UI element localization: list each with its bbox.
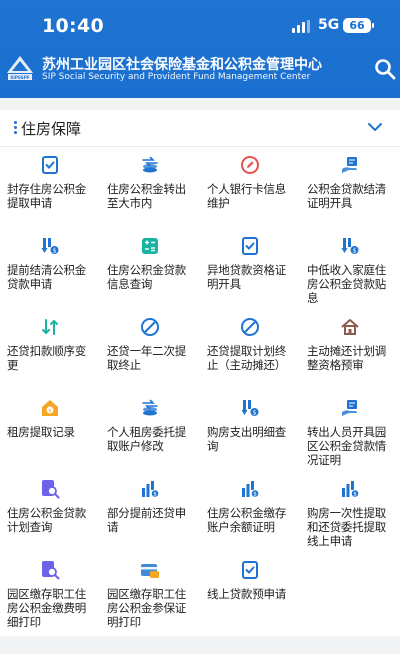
svg-text:$: $ (353, 492, 357, 498)
service-item-label: 住房公积金贷款计划查询 (7, 506, 87, 534)
service-item-label: 线上贷款预申请 (207, 587, 287, 601)
service-item[interactable]: $ 部分提前还贷申请 (100, 474, 200, 555)
service-item-label: 个人银行卡信息维护 (207, 182, 287, 210)
housing-section: 住房保障 封存住房公积金提取申请 住房公积金转出至大市内 个人银行卡信息维护 公积金贷… (0, 110, 400, 636)
battery-icon: 66 (343, 18, 374, 33)
signal-icon (292, 20, 310, 33)
svg-text:$: $ (153, 492, 157, 498)
down-coin-icon: $ (341, 238, 359, 254)
service-item-label: 园区缴存职工住房公积金参保证明打印 (107, 587, 187, 629)
svg-text:$: $ (253, 492, 257, 498)
service-item[interactable]: 还贷一年二次提取终止 (100, 312, 200, 393)
service-item-label: 还贷一年二次提取终止 (107, 344, 187, 372)
service-item[interactable]: 园区缴存职工住房公积金缴费明细打印 (0, 555, 100, 636)
svg-text:¥: ¥ (48, 408, 52, 414)
service-item-label: 购房一次性提取和还贷委托提取线上申请 (307, 506, 387, 548)
service-item[interactable]: 住房公积金贷款计划查询 (0, 474, 100, 555)
divider (0, 146, 400, 147)
section-marker-icon (14, 121, 17, 134)
chevron-down-icon[interactable] (367, 121, 383, 133)
coins-transfer-icon (142, 156, 158, 173)
service-item-label: 封存住房公积金提取申请 (7, 182, 87, 210)
down-coin-icon: $ (41, 238, 59, 254)
service-item[interactable]: $ 住房公积金缴存账户余额证明 (200, 474, 300, 555)
stop-circle-icon (241, 318, 259, 336)
bottom-spacer (0, 636, 400, 654)
doc-search-icon (42, 480, 60, 499)
service-item-label: 购房支出明细查询 (207, 425, 287, 453)
bar-coin-icon: $ (342, 481, 360, 498)
service-item-label: 中低收入家庭住房公积金贷款贴息 (307, 263, 387, 305)
doc-search-icon (42, 561, 60, 580)
service-item-label: 租房提取记录 (7, 425, 75, 439)
service-item[interactable]: 个人银行卡信息维护 (200, 150, 300, 231)
svg-text:$: $ (253, 409, 257, 416)
service-item[interactable]: $ 购房一次性提取和还贷委托提取线上申请 (300, 474, 400, 555)
service-item-label: 还贷扣款顺序变更 (7, 344, 87, 372)
service-item[interactable]: 园区缴存职工住房公积金参保证明打印 (100, 555, 200, 636)
service-item-label: 园区缴存职工住房公积金缴费明细打印 (7, 587, 87, 629)
network-type: 5G (318, 17, 340, 33)
coins-transfer-icon (142, 399, 158, 416)
service-grid: 封存住房公积金提取申请 住房公积金转出至大市内 个人银行卡信息维护 公积金贷款结清证明… (0, 150, 400, 636)
service-item-label: 个人租房委托提取账户修改 (107, 425, 187, 453)
service-item-label: 住房公积金贷款信息查询 (107, 263, 187, 291)
status-time: 10:40 (42, 15, 104, 37)
service-item-label: 住房公积金缴存账户余额证明 (207, 506, 287, 534)
service-item-label: 转出人员开具园区公积金贷款情况证明 (307, 425, 387, 467)
doc-check-icon (242, 237, 258, 255)
bar-coin-icon: $ (242, 481, 260, 498)
service-item-label: 公积金贷款结清证明开具 (307, 182, 387, 210)
house-coin-icon: ¥ (42, 400, 58, 416)
svg-text:$: $ (353, 247, 357, 254)
card-icon (141, 564, 159, 578)
service-item-label: 部分提前还贷申请 (107, 506, 187, 534)
service-item-label: 主动摊还计划调整资格预审 (307, 344, 387, 372)
logo-text: SIPSSPF (10, 75, 30, 80)
doc-check-icon (242, 561, 258, 579)
service-item-label: 提前结清公积金贷款申请 (7, 263, 87, 291)
org-logo-icon: SIPSSPF (7, 56, 33, 80)
service-item-label: 还贷提取计划终止（主动摊还） (207, 344, 287, 372)
service-item[interactable]: 还贷扣款顺序变更 (0, 312, 100, 393)
service-item[interactable]: 住房公积金转出至大市内 (100, 150, 200, 231)
service-item[interactable]: 公积金贷款结清证明开具 (300, 150, 400, 231)
service-item[interactable]: 封存住房公积金提取申请 (0, 150, 100, 231)
org-title-cn: 苏州工业园区社会保险基金和公积金管理中心 (42, 57, 322, 73)
service-item[interactable]: 住房公积金贷款信息查询 (100, 231, 200, 312)
service-item[interactable]: 主动摊还计划调整资格预审 (300, 312, 400, 393)
service-item[interactable]: 线上贷款预申请 (200, 555, 300, 636)
bar-coin-icon: $ (142, 481, 160, 498)
service-item[interactable]: $ 中低收入家庭住房公积金贷款贴息 (300, 231, 400, 312)
doc-check-icon (42, 156, 58, 174)
service-item[interactable]: 异地贷款资格证明开具 (200, 231, 300, 312)
service-item[interactable]: $ 购房支出明细查询 (200, 393, 300, 474)
service-item[interactable]: 还贷提取计划终止（主动摊还） (200, 312, 300, 393)
hand-card-icon (342, 157, 357, 173)
service-item[interactable]: 个人租房委托提取账户修改 (100, 393, 200, 474)
service-item[interactable]: ¥ 租房提取记录 (0, 393, 100, 474)
service-item[interactable]: $ 提前结清公积金贷款申请 (0, 231, 100, 312)
status-bar: 10:40 5G 66 (0, 0, 400, 50)
service-item[interactable]: 转出人员开具园区公积金贷款情况证明 (300, 393, 400, 474)
down-coin-icon: $ (241, 400, 259, 416)
edit-circle-icon (241, 156, 259, 174)
hand-card-icon (342, 400, 357, 416)
service-item-label: 住房公积金转出至大市内 (107, 182, 187, 210)
section-title: 住房保障 (21, 120, 82, 138)
swap-arrows-icon (42, 319, 58, 335)
org-title-en: SIP Social Security and Provident Fund M… (42, 72, 311, 82)
stop-circle-icon (141, 318, 159, 336)
app-header: 10:40 5G 66 SIPSSPF 苏州工业园区社会保险基金和公积金管理中心… (0, 0, 400, 98)
house-icon (341, 319, 359, 335)
section-header[interactable]: 住房保障 (0, 110, 400, 146)
calculator-icon (142, 238, 158, 254)
service-item-label: 异地贷款资格证明开具 (207, 263, 287, 291)
search-icon[interactable] (374, 58, 396, 80)
svg-text:$: $ (53, 247, 57, 254)
